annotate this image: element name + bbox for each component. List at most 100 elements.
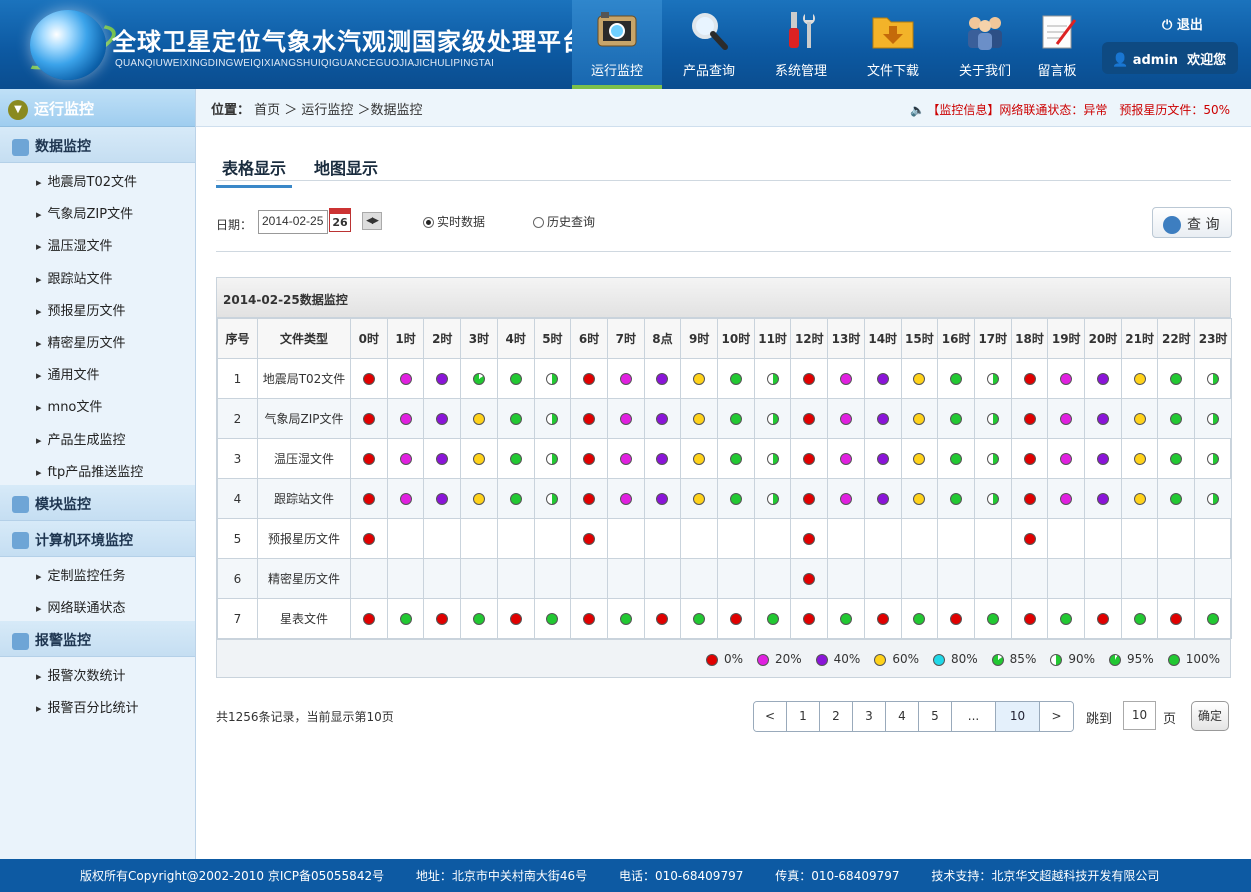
nav-item-monitor[interactable]: 运行监控 — [572, 0, 662, 89]
status-dot-90 — [766, 453, 779, 465]
tab-map[interactable]: 地图显示 — [308, 155, 384, 185]
col-hour: 13时 — [827, 318, 865, 359]
sidebar-item-t02[interactable]: 地震局T02文件 — [0, 163, 195, 195]
table-row: 1 地震局T02文件 — [217, 358, 1232, 399]
status-dot-90 — [986, 453, 999, 465]
sidebar-item-tph[interactable]: 温压湿文件 — [0, 227, 195, 259]
page-button[interactable]: 5 — [919, 702, 952, 731]
sidebar-item-label: 报警百分比统计 — [47, 701, 139, 717]
col-hour: 21时 — [1120, 318, 1159, 359]
status-cell — [717, 478, 755, 519]
status-cell — [423, 518, 462, 559]
date-prev-next[interactable]: ◀▶ — [362, 212, 382, 230]
status-dot-20 — [1060, 453, 1073, 465]
sidebar-item-alarm-percent[interactable]: 报警百分比统计 — [0, 689, 195, 721]
sidebar-group-computer[interactable]: 计算机环境监控 — [0, 520, 195, 557]
logo-globe-icon — [30, 10, 106, 80]
col-hour: 10时 — [717, 318, 755, 359]
status-dot-0 — [803, 613, 816, 625]
sidebar-group-data[interactable]: 数据监控 — [0, 127, 195, 163]
status-cell — [827, 598, 865, 639]
query-button[interactable]: 查 询 — [1152, 207, 1232, 238]
page-button[interactable]: 1 — [787, 702, 820, 731]
status-dot-90 — [766, 373, 779, 385]
jump-confirm-button[interactable]: 确定 — [1191, 701, 1229, 731]
row-index: 4 — [217, 478, 258, 519]
status-dot-40 — [656, 413, 669, 425]
status-dot-60 — [693, 373, 706, 385]
page-button[interactable]: ... — [952, 702, 996, 731]
sidebar-item-mno[interactable]: mno文件 — [0, 388, 195, 420]
status-dot-20 — [399, 413, 412, 425]
page-button[interactable]: > — [1040, 702, 1073, 731]
sidebar-item-precise-ephemeris[interactable]: 精密星历文件 — [0, 324, 195, 356]
col-hour: 16时 — [937, 318, 975, 359]
nav-item-product-query[interactable]: 产品查询 — [664, 0, 754, 89]
page-button[interactable]: 3 — [853, 702, 886, 731]
page-button[interactable]: 4 — [886, 702, 919, 731]
status-dot-0 — [362, 533, 375, 545]
status-cell — [606, 398, 645, 439]
page-button[interactable]: 10 — [996, 702, 1040, 731]
tab-table[interactable]: 表格显示 — [216, 155, 293, 188]
status-dot-100 — [509, 493, 522, 505]
status-dot-0 — [436, 613, 449, 625]
status-dot-60 — [472, 453, 485, 465]
status-dot-0 — [803, 413, 816, 425]
status-dot-90 — [1207, 493, 1220, 505]
jump-page-input[interactable]: 10 — [1123, 701, 1156, 730]
calendar-icon[interactable]: 26 — [329, 208, 351, 232]
page-button[interactable]: < — [754, 702, 787, 731]
status-dot-100 — [472, 613, 485, 625]
sidebar-item-custom-task[interactable]: 定制监控任务 — [0, 557, 195, 589]
footer: 版权所有Copyright@2002-2010 京ICP备05055842号 地… — [0, 859, 1251, 892]
col-hour: 14时 — [863, 318, 902, 359]
status-cell — [717, 558, 755, 599]
megaphone-icon — [12, 632, 29, 650]
sidebar-item-label: 产品生成监控 — [47, 432, 126, 448]
status-cell — [1194, 478, 1232, 519]
status-dot-20 — [619, 453, 632, 465]
status-cell — [753, 518, 792, 559]
nav-item-system[interactable]: 系统管理 — [756, 0, 846, 89]
status-cell — [423, 358, 462, 399]
user-box: 👤 admin 欢迎您 — [1102, 42, 1238, 74]
sidebar-header[interactable]: ▼ 运行监控 — [0, 89, 195, 127]
status-cell — [1084, 518, 1122, 559]
sidebar-item-network[interactable]: 网络联通状态 — [0, 589, 195, 621]
status-dot-90 — [546, 453, 559, 465]
row-file-type: 预报星历文件 — [257, 518, 351, 559]
sidebar-group-label: 报警监控 — [35, 633, 91, 650]
col-hour: 9时 — [680, 318, 719, 359]
sidebar-group-alarm[interactable]: 报警监控 — [0, 621, 195, 658]
sidebar-item-common[interactable]: 通用文件 — [0, 356, 195, 388]
status-cell — [386, 358, 425, 399]
nav-item-guestbook[interactable]: 留言板 — [1012, 0, 1102, 89]
status-dot-20 — [1060, 373, 1073, 385]
status-dot-40 — [436, 413, 449, 425]
radio-realtime[interactable]: 实时数据 — [423, 213, 485, 230]
status-cell — [570, 358, 608, 399]
pagination: <1 2 3 4 5... 10 > — [753, 701, 1074, 732]
status-cell — [606, 438, 645, 479]
sidebar-group-module[interactable]: 模块监控 — [0, 484, 195, 521]
sidebar-item-product-gen[interactable]: 产品生成监控 — [0, 421, 195, 453]
status-dot-0 — [583, 493, 596, 505]
radio-dot-checked — [423, 217, 434, 228]
sidebar-item-alarm-count[interactable]: 报警次数统计 — [0, 657, 195, 689]
radio-history[interactable]: 历史查询 — [533, 213, 595, 230]
status-cell — [900, 558, 939, 599]
sidebar-item-forecast-ephemeris[interactable]: 预报星历文件 — [0, 292, 195, 324]
nav-item-download[interactable]: 文件下载 — [848, 0, 938, 89]
page-button[interactable]: 2 — [820, 702, 853, 731]
sidebar-item-zip[interactable]: 气象局ZIP文件 — [0, 195, 195, 227]
sidebar-item-ftp-push[interactable]: ftp产品推送监控 — [0, 453, 195, 485]
username: admin — [1132, 53, 1179, 68]
nav-label: 产品查询 — [682, 64, 735, 79]
status-dot-60 — [1133, 373, 1146, 385]
sidebar-item-tracking[interactable]: 跟踪站文件 — [0, 260, 195, 292]
status-cell — [1047, 398, 1086, 439]
logout-button[interactable]: ⏻ 退出 — [1162, 14, 1203, 33]
status-cell — [533, 478, 572, 519]
date-input[interactable]: 2014-02-25 — [258, 210, 328, 234]
